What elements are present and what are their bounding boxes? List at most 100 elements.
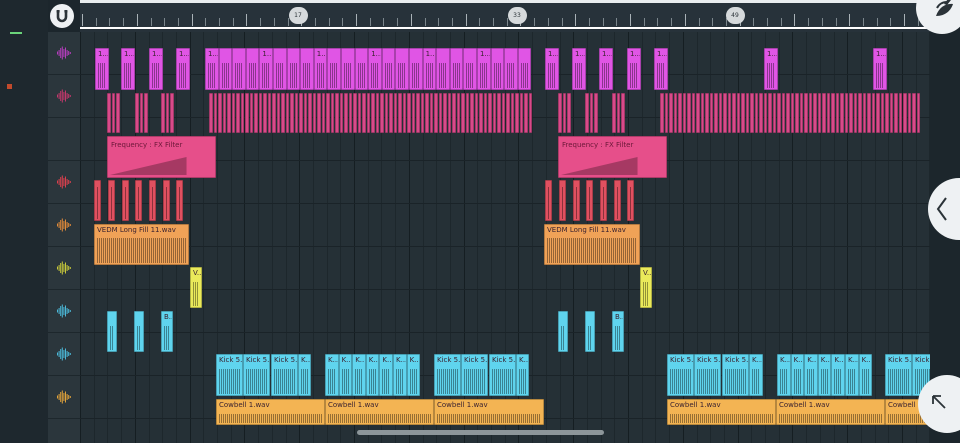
pink-clip[interactable] <box>727 93 731 133</box>
pink-clip[interactable] <box>213 93 217 133</box>
kick-clip[interactable]: K... <box>777 354 791 396</box>
pink-clip[interactable] <box>804 93 808 133</box>
pink-clip[interactable] <box>885 93 889 133</box>
pink-clip[interactable] <box>135 93 139 133</box>
cyan-clip[interactable] <box>107 311 117 352</box>
cyan-clip[interactable] <box>585 311 595 352</box>
pink-clip[interactable] <box>732 93 736 133</box>
vedm-fill-clip[interactable]: VEDM Long Fill 11.wav <box>544 224 640 265</box>
pink-clip[interactable] <box>786 93 790 133</box>
red-clip[interactable] <box>163 180 170 221</box>
pink-clip[interactable] <box>723 93 727 133</box>
pink-clip[interactable] <box>718 93 722 133</box>
cyan-clip[interactable] <box>558 311 568 352</box>
pink-clip[interactable] <box>488 93 492 133</box>
pink-clip[interactable] <box>853 93 857 133</box>
purple-clip[interactable] <box>436 48 450 90</box>
kick-clip[interactable]: K... <box>365 354 380 396</box>
pink-clip[interactable] <box>515 93 519 133</box>
red-clip[interactable] <box>94 180 101 221</box>
pink-clip[interactable] <box>245 93 249 133</box>
pink-clip[interactable] <box>236 93 240 133</box>
ruler-marker[interactable]: 33 <box>507 7 527 24</box>
track-header[interactable] <box>48 75 80 118</box>
v-clip[interactable]: V... <box>190 267 202 308</box>
purple-clip[interactable]: 1... <box>205 48 219 90</box>
purple-clip[interactable]: 1... <box>259 48 273 90</box>
purple-clip[interactable]: 1... <box>873 48 887 90</box>
purple-clip[interactable] <box>286 48 301 90</box>
track-header[interactable] <box>48 161 80 204</box>
snap-button[interactable] <box>50 4 74 28</box>
purple-clip[interactable] <box>245 48 260 90</box>
pink-clip[interactable] <box>344 93 348 133</box>
purple-clip[interactable]: 1... <box>121 48 135 90</box>
pink-clip[interactable] <box>267 93 271 133</box>
pink-clip[interactable] <box>116 93 120 133</box>
pink-clip[interactable] <box>303 93 307 133</box>
pink-clip[interactable] <box>362 93 366 133</box>
kick-clip[interactable]: K... <box>817 354 832 396</box>
kick-clip[interactable]: K... <box>858 354 873 396</box>
cyan-clip[interactable]: B... <box>161 311 173 352</box>
purple-clip[interactable] <box>232 48 246 90</box>
pink-clip[interactable] <box>218 93 222 133</box>
purple-clip[interactable]: 1... <box>545 48 559 90</box>
pink-clip[interactable] <box>330 93 334 133</box>
red-clip[interactable] <box>600 180 607 221</box>
pink-clip[interactable] <box>402 93 406 133</box>
pink-clip[interactable] <box>589 93 593 133</box>
pink-clip[interactable] <box>144 93 148 133</box>
kick-clip[interactable]: Kick 5... <box>461 354 488 396</box>
pink-clip[interactable] <box>822 93 826 133</box>
pink-clip[interactable] <box>510 93 514 133</box>
kick-clip[interactable]: K... <box>352 354 366 396</box>
pink-clip[interactable] <box>835 93 839 133</box>
pink-clip[interactable] <box>664 93 668 133</box>
purple-clip[interactable] <box>395 48 409 90</box>
pink-clip[interactable] <box>687 93 691 133</box>
pink-clip[interactable] <box>497 93 501 133</box>
pink-clip[interactable] <box>366 93 370 133</box>
pink-clip[interactable] <box>281 93 285 133</box>
pink-clip[interactable] <box>898 93 902 133</box>
pink-clip[interactable] <box>862 93 866 133</box>
pink-clip[interactable] <box>326 93 330 133</box>
purple-clip[interactable] <box>273 48 287 90</box>
pink-clip[interactable] <box>258 93 262 133</box>
playlist-grid[interactable]: 1... 1... 1... 1... 1... 1... 1... 1... 1... 1...… <box>80 32 930 443</box>
pink-clip[interactable] <box>894 93 898 133</box>
pink-clip[interactable] <box>678 93 682 133</box>
kick-clip[interactable]: K... <box>516 354 529 396</box>
red-clip[interactable] <box>108 180 115 221</box>
purple-clip[interactable]: 1... <box>477 48 491 90</box>
cowbell-clip[interactable]: Cowbell 1.wav <box>434 399 544 425</box>
track-header[interactable] <box>48 247 80 290</box>
pink-clip[interactable] <box>416 93 420 133</box>
pink-clip[interactable] <box>470 93 474 133</box>
kick-clip[interactable]: Kick 5... <box>722 354 749 396</box>
pink-clip[interactable] <box>380 93 384 133</box>
pink-clip[interactable] <box>389 93 393 133</box>
pink-clip[interactable] <box>317 93 321 133</box>
pink-clip[interactable] <box>813 93 817 133</box>
pink-clip[interactable] <box>669 93 673 133</box>
purple-clip[interactable] <box>490 48 505 90</box>
purple-clip[interactable] <box>463 48 477 90</box>
kick-clip[interactable]: Kick 5... <box>667 354 694 396</box>
purple-clip[interactable] <box>381 48 396 90</box>
pink-clip[interactable] <box>371 93 375 133</box>
cowbell-clip[interactable]: Cowbell 1.wav <box>776 399 885 425</box>
track-header[interactable] <box>48 376 80 419</box>
pink-clip[interactable] <box>621 93 625 133</box>
pink-clip[interactable] <box>562 93 566 133</box>
cowbell-clip[interactable]: Cowbell 1.wav <box>325 399 434 425</box>
pink-clip[interactable] <box>889 93 893 133</box>
pink-clip[interactable] <box>357 93 361 133</box>
pink-clip[interactable] <box>826 93 830 133</box>
kick-clip[interactable]: Kick 5... <box>885 354 912 396</box>
pink-clip[interactable] <box>506 93 510 133</box>
pink-clip[interactable] <box>759 93 763 133</box>
pink-clip[interactable] <box>880 93 884 133</box>
purple-clip[interactable]: 1... <box>368 48 382 90</box>
